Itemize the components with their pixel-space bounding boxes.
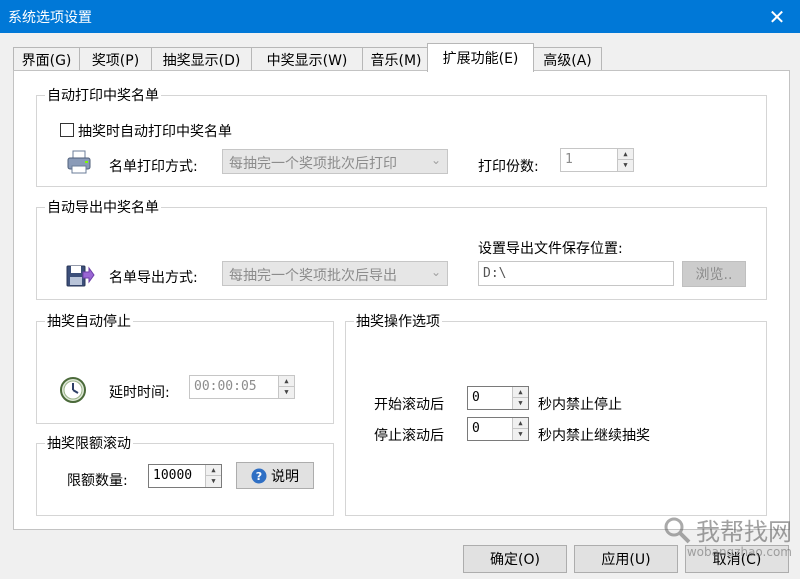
- stop-scroll-spinner[interactable]: 0 ▲ ▼: [467, 417, 529, 441]
- magnifier-icon: [664, 517, 691, 543]
- spin-up-icon[interactable]: ▲: [618, 149, 633, 160]
- stop-scroll-suffix: 秒内禁止继续抽奖: [538, 428, 650, 444]
- stop-scroll-value: 0: [472, 421, 480, 436]
- quota-group: 抽奖限额滚动 限额数量: 10000 ▲ ▼ ? 说明: [36, 433, 334, 516]
- print-method-value: 每抽完一个奖项批次后打印: [229, 156, 397, 172]
- chevron-down-icon: ⌄: [430, 265, 441, 279]
- operation-group: 抽奖操作选项 开始滚动后 0 ▲ ▼ 秒内禁止停止 停止滚动后 0 ▲ ▼ 秒内…: [345, 311, 767, 516]
- export-location-input[interactable]: D:\: [478, 261, 674, 286]
- print-copies-label: 打印份数:: [478, 159, 539, 175]
- chevron-down-icon: ⌄: [430, 153, 441, 167]
- close-icon[interactable]: ✕: [754, 0, 800, 33]
- spin-buttons: ▲ ▼: [512, 387, 528, 409]
- browse-button[interactable]: 浏览..: [682, 261, 746, 287]
- stop-scroll-prefix: 停止滚动后: [374, 428, 444, 444]
- window-title: 系统选项设置: [8, 10, 92, 26]
- watermark: 我帮找网 wobangzhao.com: [662, 512, 792, 559]
- auto-print-group: 自动打印中奖名单 抽奖时自动打印中奖名单 名单打印方式: 每抽完一个奖项批次后打…: [36, 85, 767, 187]
- svg-text:?: ?: [256, 470, 262, 483]
- spin-buttons: ▲ ▼: [205, 465, 221, 487]
- tab-interface[interactable]: 界面(G): [13, 47, 80, 71]
- tab-extensions[interactable]: 扩展功能(E): [427, 43, 534, 72]
- help-button[interactable]: ? 说明: [236, 462, 314, 489]
- start-scroll-spinner[interactable]: 0 ▲ ▼: [467, 386, 529, 410]
- tab-music[interactable]: 音乐(M): [362, 47, 430, 71]
- tab-advanced[interactable]: 高级(A): [533, 47, 602, 71]
- spin-buttons: ▲ ▼: [617, 149, 633, 171]
- spin-down-icon[interactable]: ▼: [618, 160, 633, 171]
- quota-count-value: 10000: [153, 468, 193, 483]
- print-copies-spinner[interactable]: 1 ▲ ▼: [560, 148, 634, 172]
- spin-buttons: ▲ ▼: [512, 418, 528, 440]
- tab-draw-display[interactable]: 抽奖显示(D): [151, 47, 252, 71]
- spin-down-icon[interactable]: ▼: [513, 429, 528, 440]
- spin-down-icon[interactable]: ▼: [206, 476, 221, 487]
- export-method-select[interactable]: 每抽完一个奖项批次后导出 ⌄: [222, 261, 448, 286]
- export-method-value: 每抽完一个奖项批次后导出: [229, 268, 397, 284]
- printer-icon: [67, 150, 91, 174]
- tab-winner-display[interactable]: 中奖显示(W): [251, 47, 363, 71]
- tab-panel-extensions: 自动打印中奖名单 抽奖时自动打印中奖名单 名单打印方式: 每抽完一个奖项批次后打…: [13, 70, 790, 530]
- print-method-label: 名单打印方式:: [109, 159, 198, 175]
- delay-time-label: 延时时间:: [109, 385, 170, 401]
- start-scroll-prefix: 开始滚动后: [374, 397, 444, 413]
- export-icon: [66, 265, 95, 287]
- print-copies-value: 1: [565, 152, 573, 167]
- delay-time-spinner[interactable]: 00:00:05 ▲ ▼: [189, 375, 295, 399]
- watermark-url: wobangzhao.com: [686, 545, 792, 559]
- auto-export-group: 自动导出中奖名单 名单导出方式: 每抽完一个奖项批次后导出 ⌄ 设置导出文件保存…: [36, 197, 767, 300]
- auto-stop-group: 抽奖自动停止 延时时间: 00:00:05 ▲ ▼: [36, 311, 334, 424]
- auto-print-checkbox-label: 抽奖时自动打印中奖名单: [78, 124, 232, 140]
- help-button-label: 说明: [271, 468, 299, 485]
- quota-count-spinner[interactable]: 10000 ▲ ▼: [148, 464, 222, 488]
- auto-export-group-label: 自动导出中奖名单: [45, 197, 161, 217]
- spin-up-icon[interactable]: ▲: [513, 418, 528, 429]
- delay-time-value: 00:00:05: [194, 379, 257, 394]
- spin-up-icon[interactable]: ▲: [513, 387, 528, 398]
- spin-buttons: ▲ ▼: [278, 376, 294, 398]
- auto-print-group-label: 自动打印中奖名单: [45, 85, 161, 105]
- auto-stop-group-label: 抽奖自动停止: [45, 311, 133, 331]
- print-method-select[interactable]: 每抽完一个奖项批次后打印 ⌄: [222, 149, 448, 174]
- watermark-text: 我帮找网: [696, 518, 792, 546]
- clock-icon: [60, 377, 86, 403]
- spin-up-icon[interactable]: ▲: [279, 376, 294, 387]
- export-location-label: 设置导出文件保存位置:: [478, 241, 623, 257]
- title-bar: 系统选项设置 ✕: [0, 0, 800, 33]
- quota-count-label: 限额数量:: [67, 473, 128, 489]
- operation-group-label: 抽奖操作选项: [354, 311, 442, 331]
- tab-prizes[interactable]: 奖项(P): [79, 47, 152, 71]
- spin-down-icon[interactable]: ▼: [279, 387, 294, 398]
- auto-print-checkbox[interactable]: [60, 123, 74, 137]
- start-scroll-value: 0: [472, 390, 480, 405]
- spin-down-icon[interactable]: ▼: [513, 398, 528, 409]
- spin-up-icon[interactable]: ▲: [206, 465, 221, 476]
- help-icon: ?: [251, 468, 267, 483]
- ok-button[interactable]: 确定(O): [463, 545, 567, 573]
- quota-group-label: 抽奖限额滚动: [45, 433, 133, 453]
- start-scroll-suffix: 秒内禁止停止: [538, 397, 622, 413]
- export-method-label: 名单导出方式:: [109, 270, 198, 286]
